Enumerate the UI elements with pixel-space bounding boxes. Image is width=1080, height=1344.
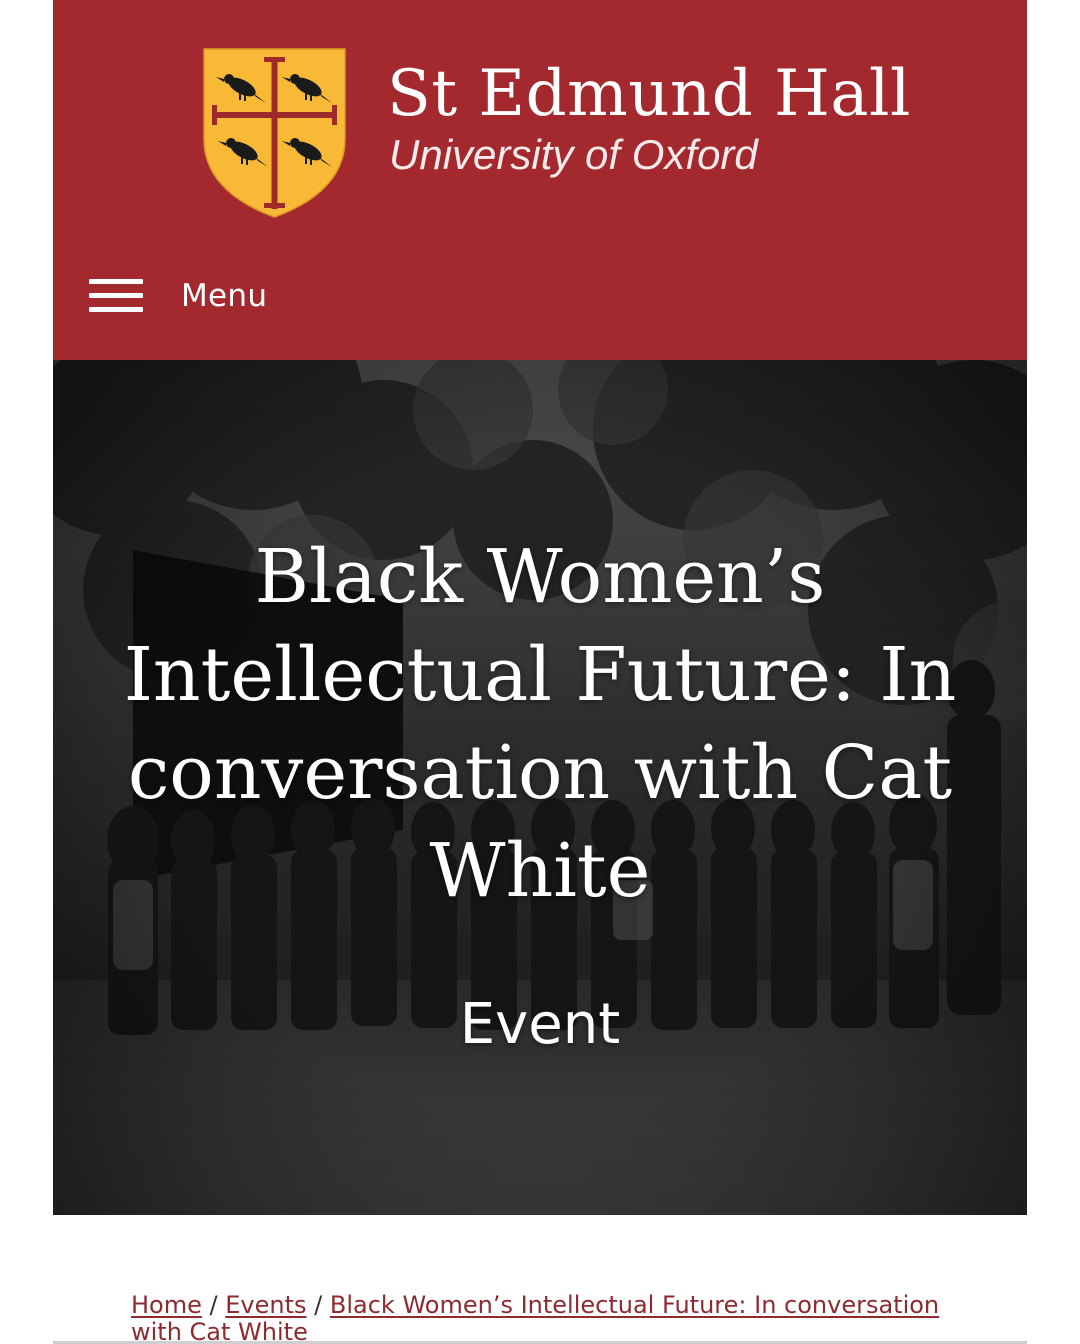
event-type-label: Event	[459, 992, 621, 1057]
hamburger-icon	[89, 279, 143, 313]
breadcrumb-home-link[interactable]: Home	[131, 1291, 202, 1319]
menu-label: Menu	[181, 278, 268, 314]
college-crest-icon[interactable]	[202, 47, 347, 219]
menu-button[interactable]: Menu	[89, 268, 267, 324]
event-title: Black Women’s Intellectual Future: In co…	[123, 534, 957, 914]
college-name[interactable]: St Edmund Hall	[387, 56, 911, 132]
breadcrumb-events-link[interactable]: Events	[225, 1291, 306, 1319]
university-name: University of Oxford	[389, 131, 758, 178]
site-header: St Edmund Hall University of Oxford Menu	[53, 0, 1027, 360]
breadcrumb-separator: /	[209, 1291, 218, 1319]
page-frame: St Edmund Hall University of Oxford Menu	[53, 0, 1027, 1344]
breadcrumb-separator: /	[314, 1291, 323, 1319]
hero-banner: Black Women’s Intellectual Future: In co…	[53, 360, 1027, 1215]
breadcrumb: Home / Events / Black Women’s Intellectu…	[131, 1292, 951, 1344]
